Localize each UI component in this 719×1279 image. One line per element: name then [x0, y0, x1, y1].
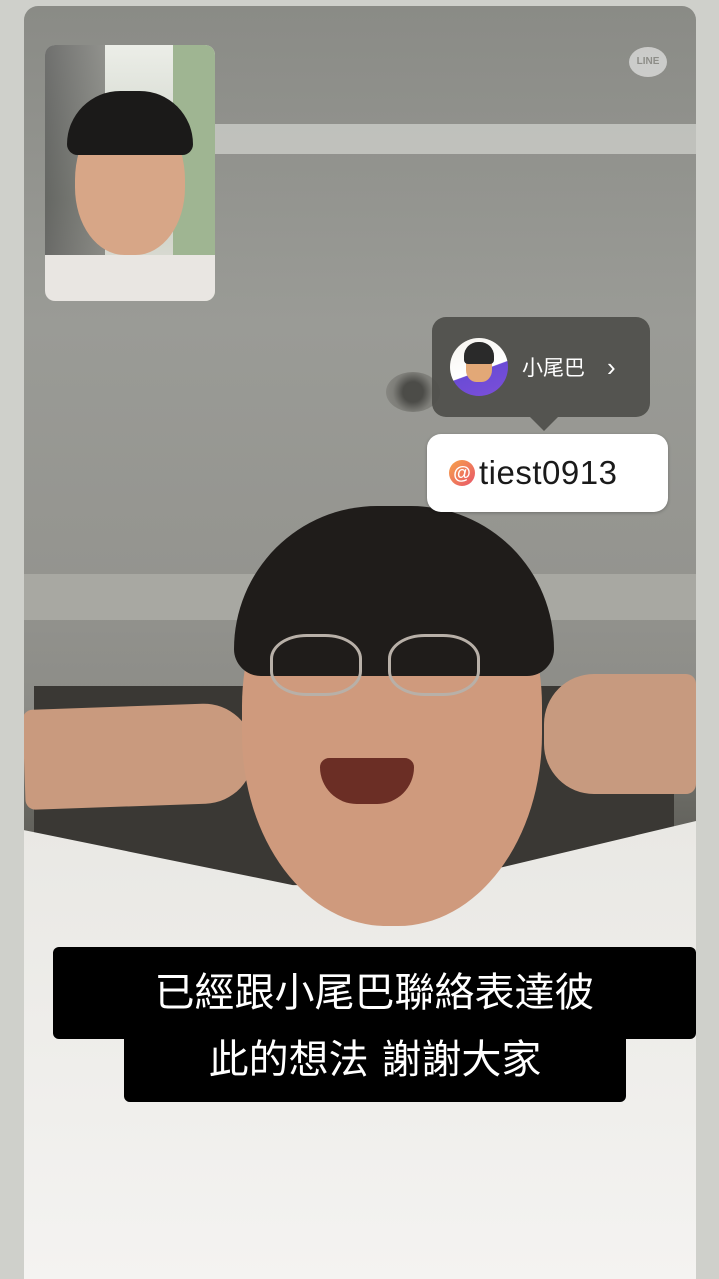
user-mention-name: 小尾巴: [522, 357, 585, 380]
person-glasses: [270, 634, 480, 696]
person-right-arm: [544, 674, 696, 794]
background-ceiling-beam: [214, 124, 696, 154]
threads-handle-sticker[interactable]: @ tiest0913: [427, 434, 668, 512]
user-mention-chip[interactable]: 小尾巴 ›: [432, 317, 650, 431]
avatar: [450, 338, 508, 396]
pip-shirt: [45, 255, 215, 301]
chevron-right-icon: ›: [607, 351, 616, 382]
person-left-arm: [24, 702, 256, 810]
caption-line-2: 此的想法 謝謝大家: [124, 1018, 626, 1102]
threads-icon: @: [449, 460, 475, 486]
line-logo-icon: LINE: [629, 47, 667, 77]
threads-handle-text: tiest0913: [479, 454, 618, 491]
self-view-thumbnail[interactable]: [45, 45, 215, 301]
